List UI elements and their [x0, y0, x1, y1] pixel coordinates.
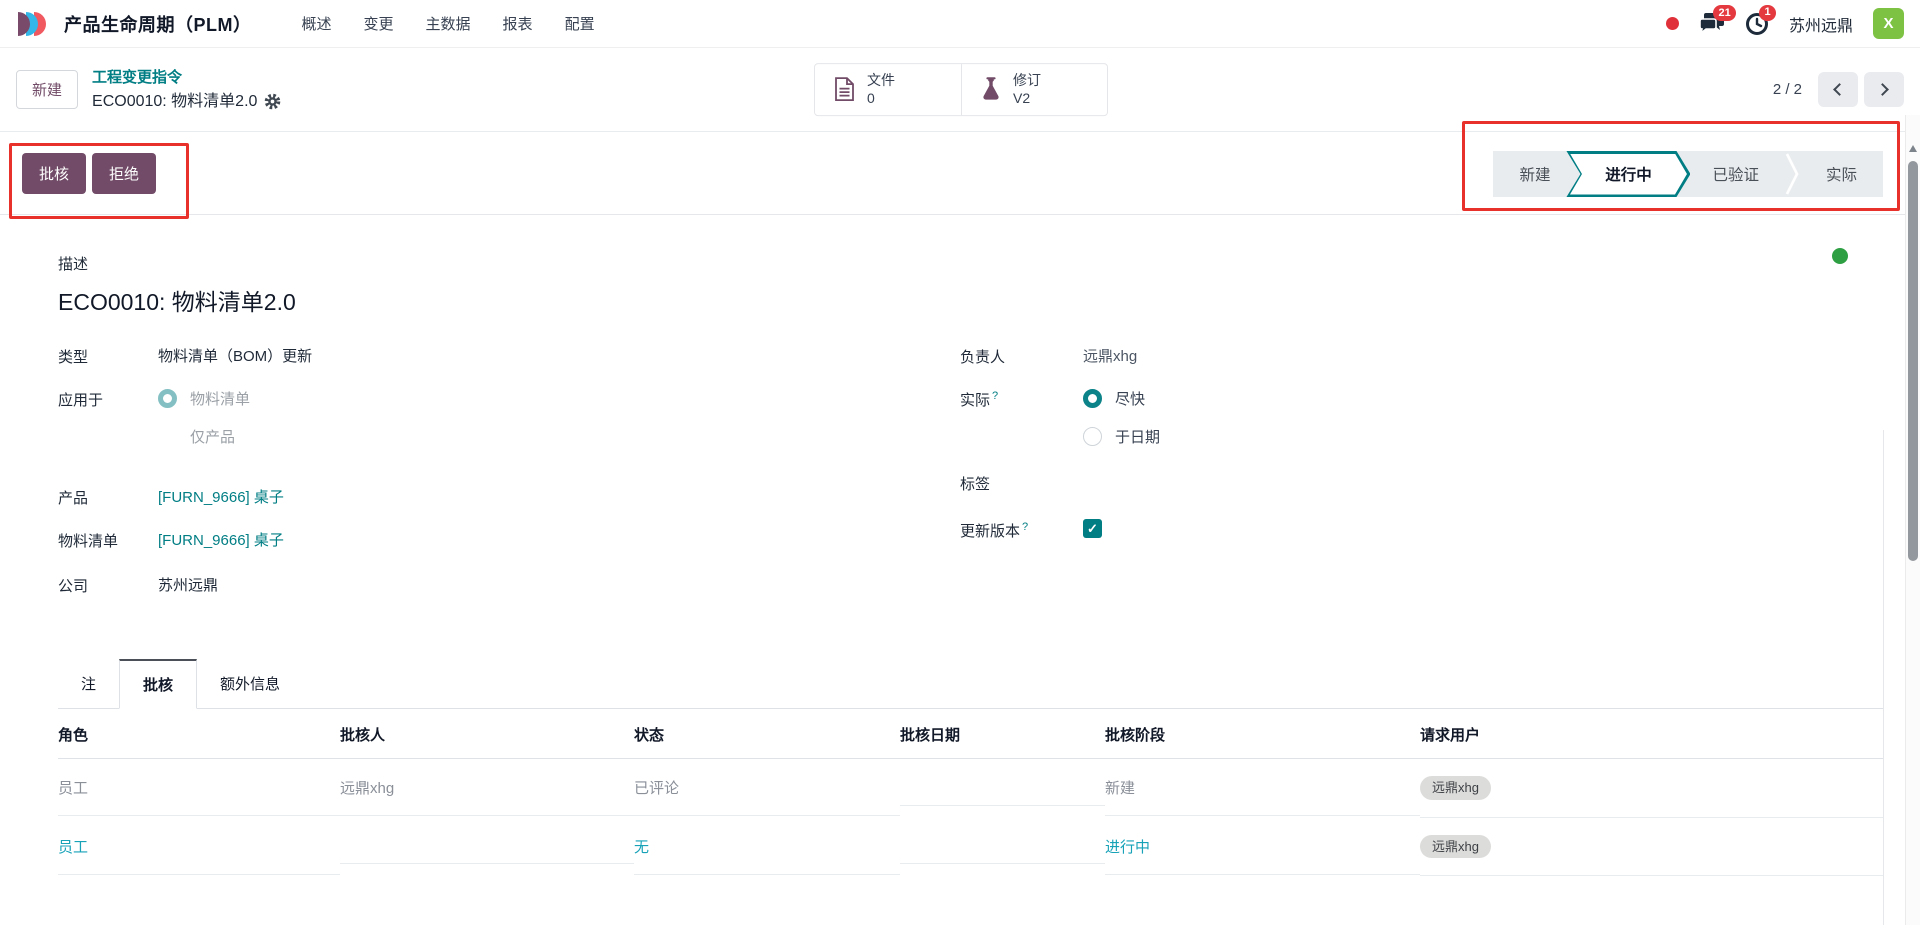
breadcrumb-current-title: ECO0010: 物料清单2.0 — [92, 90, 257, 113]
notebook-tabs: 注 批核 额外信息 — [58, 659, 1883, 709]
chevron-right-icon — [1876, 83, 1889, 96]
radio-selected-icon — [1083, 389, 1102, 408]
approvals-table: 角色 批核人 状态 批核日期 批核阶段 请求用户 员工 远鼎xhg 已评论 新建… — [58, 709, 1883, 876]
apply-on-option-product[interactable]: 仅产品 — [158, 426, 960, 447]
sheet-right-edge — [1883, 430, 1884, 925]
product-label: 产品 — [58, 486, 158, 508]
control-panel: 新建 工程变更指令 ECO0010: 物料清单2.0 — [0, 48, 1920, 132]
effectivity-label: 实际? — [960, 388, 1083, 410]
stage-effective[interactable]: 实际 — [1800, 151, 1883, 197]
tab-approvals[interactable]: 批核 — [119, 659, 197, 709]
update-version-checkbox[interactable] — [1083, 519, 1102, 538]
documents-stat-label: 文件 — [867, 71, 895, 90]
reject-button[interactable]: 拒绝 — [92, 153, 156, 194]
stage-separator-icon — [1785, 151, 1800, 197]
radio-unselected-icon — [1083, 427, 1102, 446]
company-label: 公司 — [58, 574, 158, 596]
responsible-value[interactable]: 远鼎xhg — [1083, 345, 1883, 366]
radio-selected-icon — [158, 389, 177, 408]
scroll-up-arrow-icon[interactable] — [1909, 145, 1917, 152]
stage-new[interactable]: 新建 — [1493, 151, 1576, 197]
user-avatar[interactable]: X — [1873, 8, 1904, 39]
main-menu: 概述 变更 主数据 报表 配置 — [290, 7, 607, 40]
requested-user-badge: 远鼎xhg — [1420, 776, 1491, 800]
col-approval-date[interactable]: 批核日期 — [900, 709, 1105, 759]
product-value-link[interactable]: [FURN_9666] 桌子 — [158, 486, 960, 507]
col-status[interactable]: 状态 — [634, 709, 900, 759]
type-label: 类型 — [58, 345, 158, 367]
col-approver[interactable]: 批核人 — [340, 709, 634, 759]
documents-stat-button[interactable]: 文件 0 — [815, 64, 961, 116]
col-requested-user[interactable]: 请求用户 — [1420, 709, 1883, 759]
menu-reporting[interactable]: 报表 — [491, 7, 545, 40]
breadcrumb: 工程变更指令 ECO0010: 物料清单2.0 — [92, 66, 281, 112]
help-icon[interactable]: ? — [1022, 521, 1028, 533]
documents-stat-value: 0 — [867, 90, 895, 109]
presence-dot-icon — [1666, 17, 1679, 30]
tags-label: 标签 — [960, 472, 1083, 494]
help-icon[interactable]: ? — [992, 390, 998, 402]
table-header-row: 角色 批核人 状态 批核日期 批核阶段 请求用户 — [58, 709, 1883, 759]
stage-in-progress[interactable]: 进行中 — [1566, 151, 1690, 197]
stage-bar: 新建 进行中 已验证 实际 — [1493, 151, 1883, 197]
menu-configuration[interactable]: 配置 — [553, 7, 607, 40]
bom-label: 物料清单 — [58, 529, 158, 551]
messages-count-badge: 21 — [1713, 5, 1736, 21]
breadcrumb-parent-link[interactable]: 工程变更指令 — [92, 67, 182, 89]
plm-app-logo-icon[interactable] — [16, 9, 54, 39]
bom-value-link[interactable]: [FURN_9666] 桌子 — [158, 529, 960, 550]
menu-master-data[interactable]: 主数据 — [414, 7, 483, 40]
kanban-status-green-icon[interactable] — [1832, 248, 1848, 264]
gear-icon[interactable] — [264, 93, 281, 110]
status-bar: 批核 拒绝 新建 进行中 已验证 实际 — [0, 132, 1920, 215]
stat-buttons: 文件 0 修订 V2 — [814, 63, 1108, 117]
scrollbar-thumb[interactable] — [1908, 161, 1918, 561]
app-title[interactable]: 产品生命周期（PLM） — [64, 11, 252, 37]
company-value[interactable]: 苏州远鼎 — [158, 574, 960, 595]
form-right-column: 负责人 远鼎xhg 实际? 尽快 于日期 — [960, 345, 1883, 617]
top-navbar: 产品生命周期（PLM） 概述 变更 主数据 报表 配置 21 — [0, 0, 1920, 48]
menu-overview[interactable]: 概述 — [290, 7, 344, 40]
apply-on-option-bom[interactable]: 物料清单 — [158, 388, 960, 409]
table-row[interactable]: 员工 无 进行中 远鼎xhg — [58, 818, 1883, 877]
col-role[interactable]: 角色 — [58, 709, 340, 759]
description-label: 描述 — [58, 253, 1883, 274]
form-left-column: 类型 物料清单（BOM）更新 应用于 物料清单 仅产品 产品 [FU — [58, 345, 960, 617]
apply-on-label: 应用于 — [58, 388, 158, 410]
tab-notes[interactable]: 注 — [58, 659, 119, 708]
stage-validated[interactable]: 已验证 — [1686, 151, 1785, 197]
col-approval-stage[interactable]: 批核阶段 — [1105, 709, 1420, 759]
description-value[interactable]: ECO0010: 物料清单2.0 — [58, 283, 1883, 317]
revisions-stat-value: V2 — [1013, 90, 1041, 109]
activities-count-badge: 1 — [1759, 5, 1776, 21]
vertical-scrollbar[interactable] — [1905, 115, 1920, 925]
table-row[interactable]: 员工 远鼎xhg 已评论 新建 远鼎xhg — [58, 759, 1883, 818]
revisions-stat-label: 修订 — [1013, 71, 1041, 90]
update-version-label: 更新版本? — [960, 519, 1083, 541]
new-button[interactable]: 新建 — [16, 70, 78, 109]
form-sheet: 描述 ECO0010: 物料清单2.0 类型 物料清单（BOM）更新 应用于 物… — [0, 215, 1920, 925]
effectivity-option-date[interactable]: 于日期 — [1083, 426, 1883, 447]
responsible-label: 负责人 — [960, 345, 1083, 367]
menu-changes[interactable]: 变更 — [352, 7, 406, 40]
tab-extra-info[interactable]: 额外信息 — [197, 659, 303, 708]
flask-icon — [980, 77, 1002, 103]
revisions-stat-button[interactable]: 修订 V2 — [961, 64, 1107, 116]
approve-button[interactable]: 批核 — [22, 153, 86, 194]
type-value[interactable]: 物料清单（BOM）更新 — [158, 345, 960, 366]
requested-user-badge: 远鼎xhg — [1420, 835, 1491, 859]
company-switcher[interactable]: 苏州远鼎 — [1789, 12, 1853, 36]
chevron-left-icon — [1833, 83, 1846, 96]
activities-button[interactable]: 1 — [1745, 12, 1769, 36]
document-icon — [833, 77, 856, 103]
messages-button[interactable]: 21 — [1699, 12, 1725, 35]
pager-previous-button[interactable] — [1818, 72, 1858, 107]
pager-counter: 2 / 2 — [1773, 81, 1802, 98]
effectivity-option-asap[interactable]: 尽快 — [1083, 388, 1883, 409]
pager-next-button[interactable] — [1864, 72, 1904, 107]
